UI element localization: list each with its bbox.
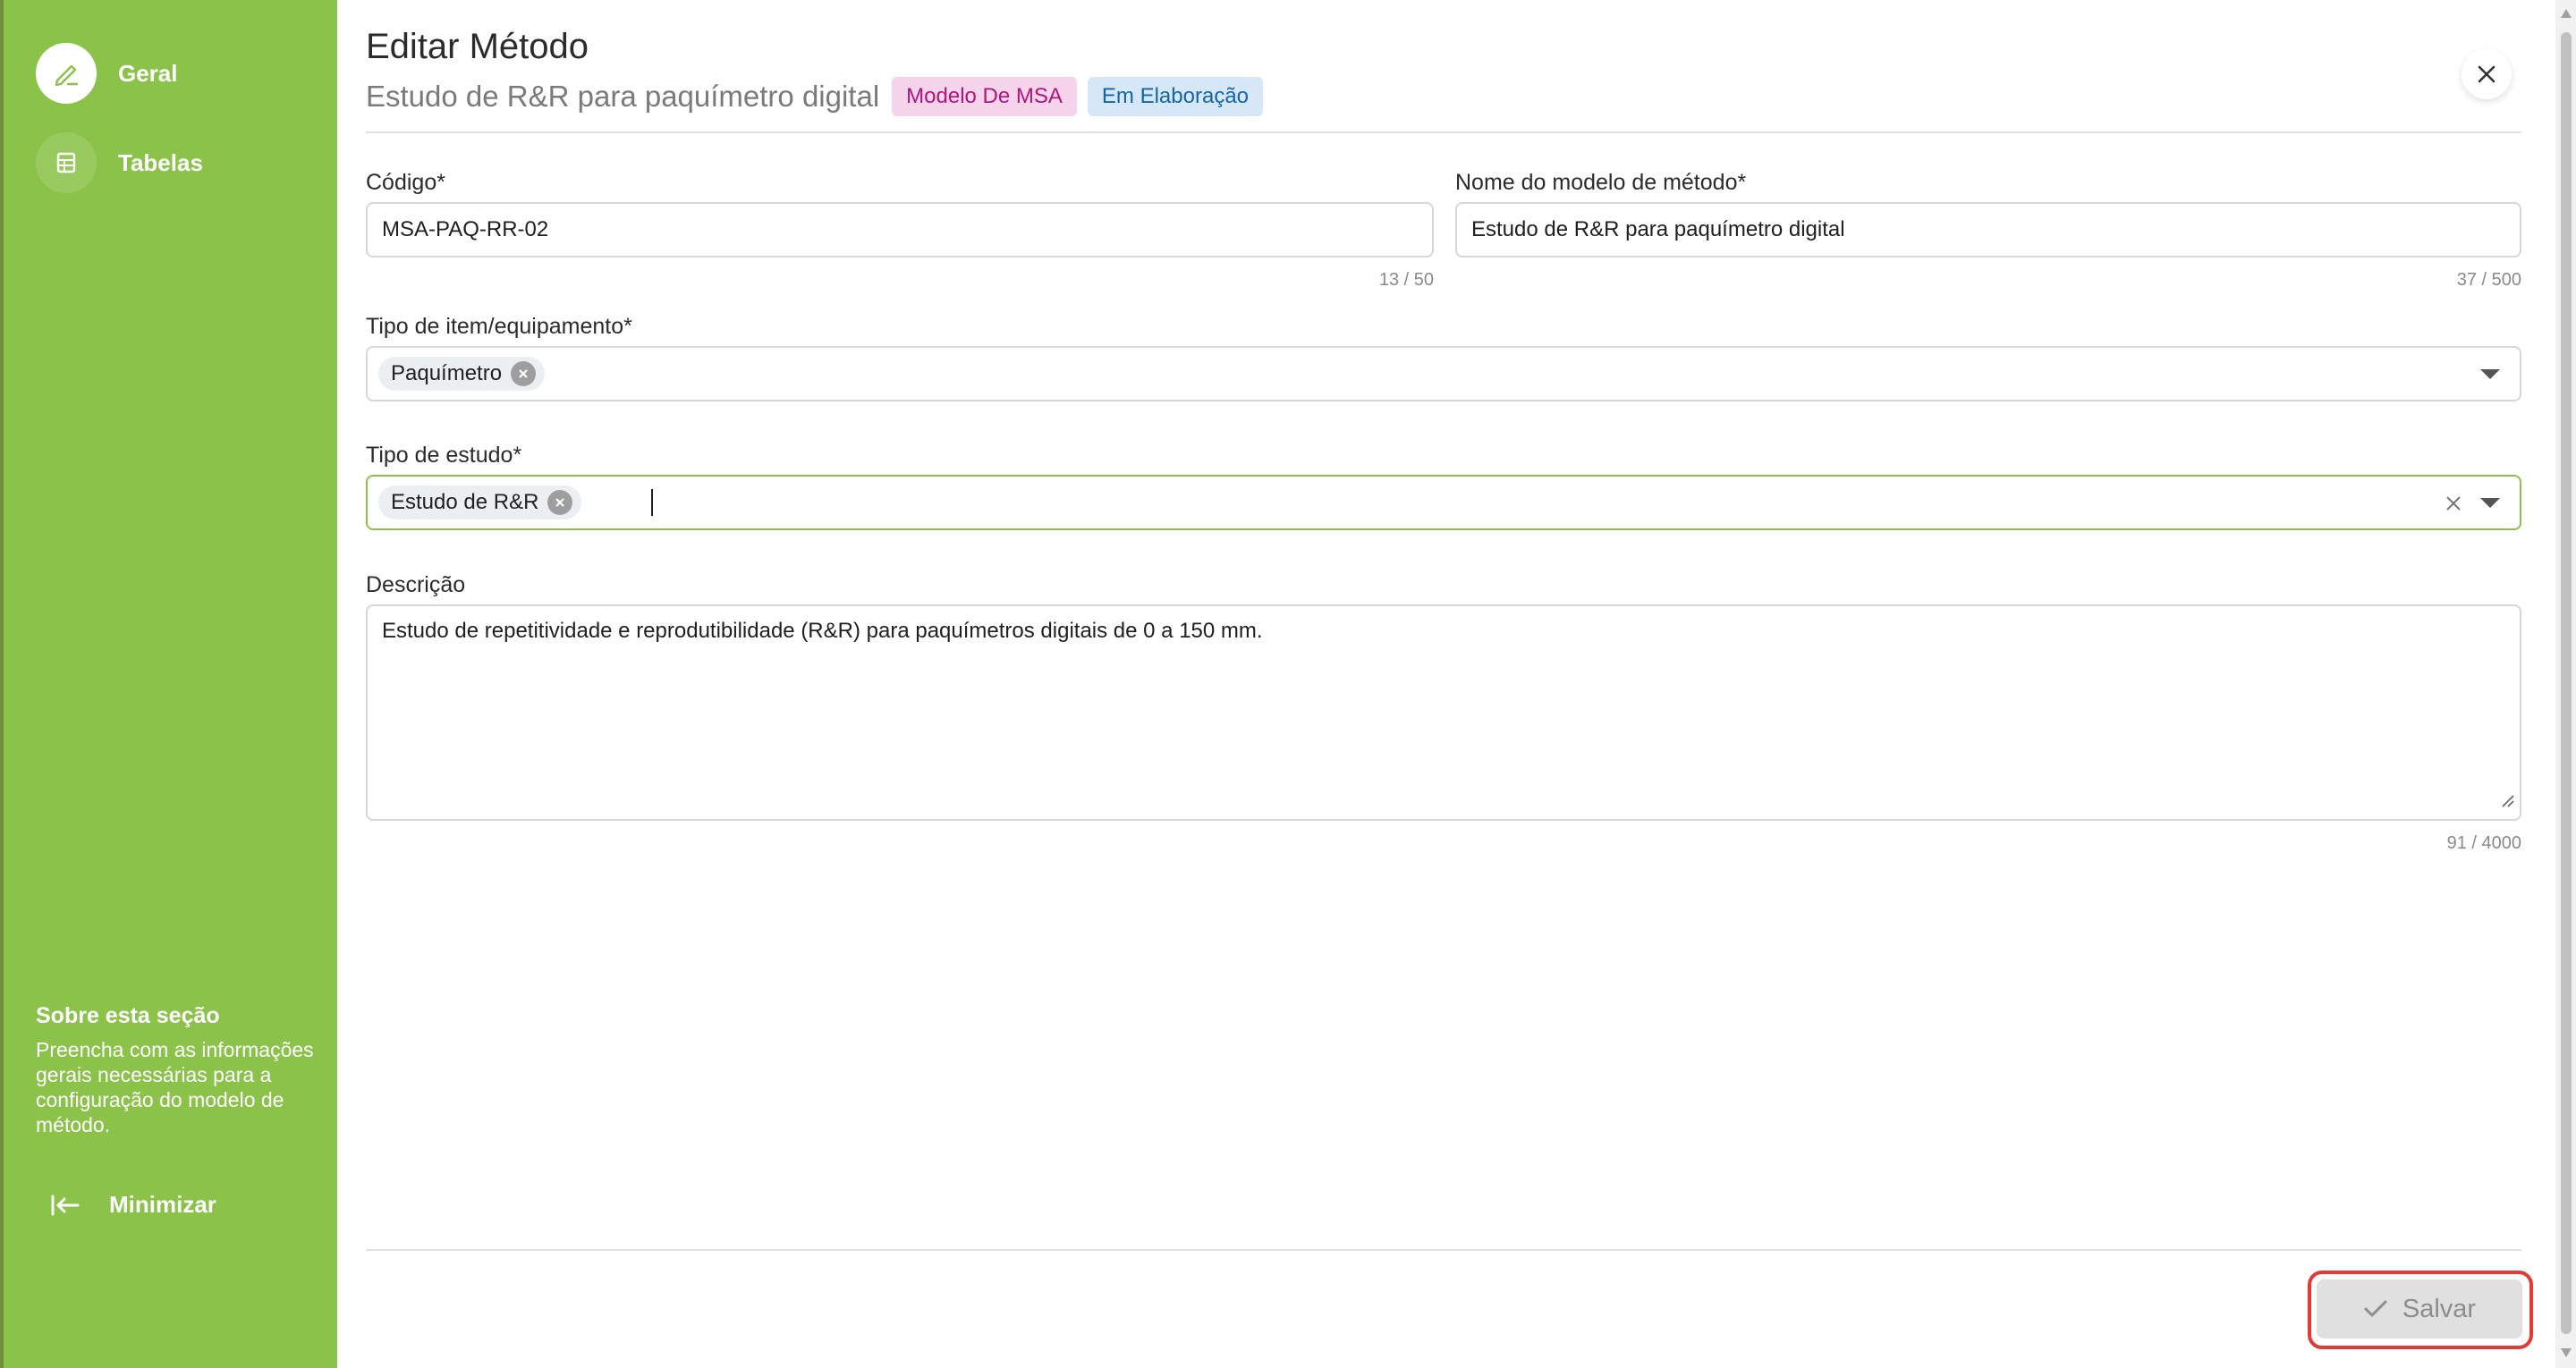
chevron-down-icon[interactable] xyxy=(2480,369,2500,379)
nome-counter: 37 / 500 xyxy=(2456,270,2521,290)
close-button[interactable] xyxy=(2462,49,2512,99)
table-icon xyxy=(36,132,97,193)
sidebar-item-label: Geral xyxy=(118,59,178,87)
remove-tag-icon[interactable] xyxy=(511,361,537,386)
descricao-counter: 91 / 4000 xyxy=(2446,833,2521,853)
scroll-thumb[interactable] xyxy=(2561,32,2572,1334)
descricao-textarea[interactable]: Estudo de repetitividade e reprodutibili… xyxy=(366,604,2521,821)
minimize-button[interactable]: Minimizar xyxy=(50,1191,216,1219)
badge-type: Modelo De MSA xyxy=(892,77,1077,116)
codigo-label: Código* xyxy=(366,170,445,195)
collapse-left-icon xyxy=(51,1195,80,1215)
edit-method-panel: Editar Método Estudo de R&R para paquíme… xyxy=(337,0,2555,1368)
close-icon xyxy=(2478,65,2496,83)
about-section-text: Preencha com as informações gerais neces… xyxy=(36,1038,314,1136)
scroll-up-icon[interactable] xyxy=(2561,9,2572,18)
tag-label: Paquímetro xyxy=(391,361,503,385)
subtitle-row: Estudo de R&R para paquímetro digital Mo… xyxy=(366,77,1264,116)
sidebar-item-geral[interactable]: Geral xyxy=(36,43,178,104)
tipo-item-select[interactable]: Paquímetro xyxy=(366,346,2521,401)
app-window: Geral Tabelas Sobre esta seção Preencha … xyxy=(0,0,2576,1368)
resize-handle-icon[interactable] xyxy=(2500,789,2514,814)
scroll-down-icon[interactable] xyxy=(2561,1348,2572,1357)
text-cursor xyxy=(651,489,654,516)
nome-input[interactable]: Estudo de R&R para paquímetro digital xyxy=(1455,202,2521,258)
remove-tag-icon[interactable] xyxy=(547,490,573,515)
sidebar-item-label: Tabelas xyxy=(118,148,203,176)
footer-divider xyxy=(366,1249,2521,1251)
clear-icon[interactable] xyxy=(2443,493,2464,520)
tipo-estudo-select[interactable]: Estudo de R&R xyxy=(366,475,2521,530)
badge-status: Em Elaboração xyxy=(1087,77,1264,116)
tipo-item-label: Tipo de item/equipamento* xyxy=(366,314,632,339)
page-title: Editar Método xyxy=(366,27,589,66)
page-subtitle: Estudo de R&R para paquímetro digital xyxy=(366,80,880,113)
chevron-down-icon[interactable] xyxy=(2480,498,2500,508)
tag-label: Estudo de R&R xyxy=(391,490,539,514)
sidebar: Geral Tabelas Sobre esta seção Preencha … xyxy=(4,0,337,1368)
about-section-title: Sobre esta seção xyxy=(36,1003,220,1028)
codigo-counter: 13 / 50 xyxy=(1378,270,1434,290)
pencil-icon xyxy=(36,43,97,104)
tipo-estudo-label: Tipo de estudo* xyxy=(366,443,522,468)
divider xyxy=(366,131,2521,133)
codigo-input[interactable]: MSA-PAQ-RR-02 xyxy=(366,202,1434,258)
save-button[interactable]: Salvar xyxy=(2317,1279,2522,1338)
check-icon xyxy=(2364,1300,2387,1317)
nome-value: Estudo de R&R para paquímetro digital xyxy=(1471,217,1845,241)
minimize-label: Minimizar xyxy=(109,1191,216,1218)
descricao-value: Estudo de repetitividade e reprodutibili… xyxy=(382,619,1263,643)
scrollbar[interactable] xyxy=(2555,0,2576,1368)
tag-chip: Paquímetro xyxy=(378,357,546,391)
tag-chip: Estudo de R&R xyxy=(378,486,582,519)
nome-label: Nome do modelo de método* xyxy=(1455,170,1747,195)
sidebar-item-tabelas[interactable]: Tabelas xyxy=(36,132,203,193)
codigo-value: MSA-PAQ-RR-02 xyxy=(382,217,549,241)
save-label: Salvar xyxy=(2402,1294,2477,1323)
descricao-label: Descrição xyxy=(366,572,466,597)
